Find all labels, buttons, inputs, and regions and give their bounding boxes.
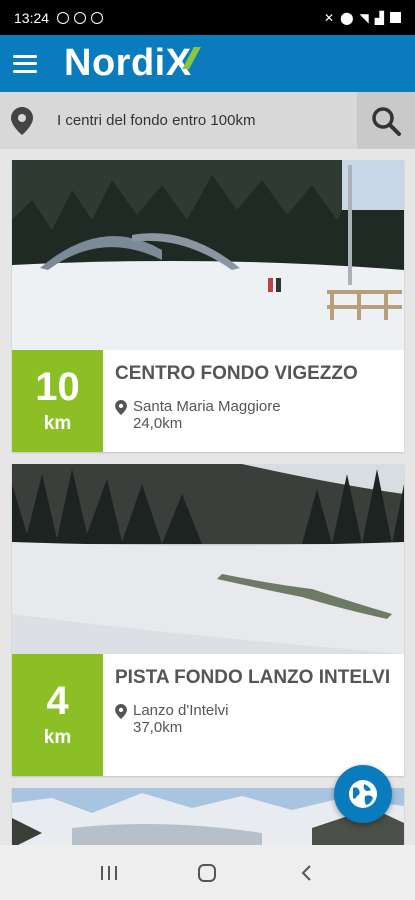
system-icons: ✕ ⬤ ◥ ▟ [324,11,401,25]
location-name: Santa Maria Maggiore [133,397,281,415]
menu-icon [13,54,37,58]
search-button[interactable] [357,92,415,149]
system-nav-bar [0,845,415,900]
center-card[interactable]: 4 km PISTA FONDO LANZO INTELVI Lanzo d'I… [12,464,404,776]
status-bar: 13:24 ✕ ⬤ ◥ ▟ [0,0,415,35]
centers-list: 10 km CENTRO FONDO VIGEZZO Santa Maria M… [12,160,404,860]
location-pin-icon[interactable] [0,92,44,149]
distance-badge: 10 km [12,350,103,452]
center-location: Santa Maria Maggiore 24,0km [115,398,392,432]
back-button[interactable] [286,858,326,888]
notification-icons [57,11,104,24]
location-pin-icon [115,398,133,432]
km-value: 4 [46,679,69,723]
battery-icon [390,12,401,23]
km-unit: km [43,727,72,748]
wifi-icon: ◥ [359,10,369,25]
globe-icon [349,780,377,808]
km-value: 10 [35,365,80,409]
signal-icon: ▟ [374,10,384,25]
mute-icon: ✕ [324,10,335,25]
location-status-icon: ⬤ [340,10,354,25]
center-info: 10 km CENTRO FONDO VIGEZZO Santa Maria M… [12,350,404,452]
location-distance: 37,0km [133,718,183,736]
back-icon [301,864,311,881]
whatsapp-icon [74,11,87,24]
center-name: CENTRO FONDO VIGEZZO [115,363,358,384]
search-text[interactable]: I centri del fondo entro 100km [44,112,357,129]
messenger-icon [91,11,104,24]
app-bar: NordiX [0,35,415,92]
home-icon [198,863,217,882]
center-info: 4 km PISTA FONDO LANZO INTELVI Lanzo d'I… [12,654,404,776]
center-details: CENTRO FONDO VIGEZZO Santa Maria Maggior… [103,350,404,452]
km-unit: km [43,413,72,434]
distance-badge: 4 km [12,654,103,776]
center-photo [12,160,404,350]
center-location: Lanzo d'Intelvi 37,0km [115,702,392,736]
notification-icon [57,11,70,24]
recent-apps-icon [101,865,118,880]
location-pin-icon [115,702,133,736]
location-name: Lanzo d'Intelvi [133,701,229,719]
location-distance: 24,0km [133,414,183,432]
home-button[interactable] [187,858,227,888]
center-name: PISTA FONDO LANZO INTELVI [115,667,391,688]
status-time: 13:24 [14,9,50,26]
center-details: PISTA FONDO LANZO INTELVI Lanzo d'Intelv… [103,654,404,776]
center-photo [12,464,404,654]
recent-apps-button[interactable] [89,858,129,888]
menu-button[interactable] [13,54,37,74]
search-bar: I centri del fondo entro 100km [0,92,415,149]
map-button[interactable] [334,765,392,823]
center-card[interactable]: 10 km CENTRO FONDO VIGEZZO Santa Maria M… [12,160,404,452]
search-icon [372,106,401,136]
app-logo: NordiX [64,42,192,84]
